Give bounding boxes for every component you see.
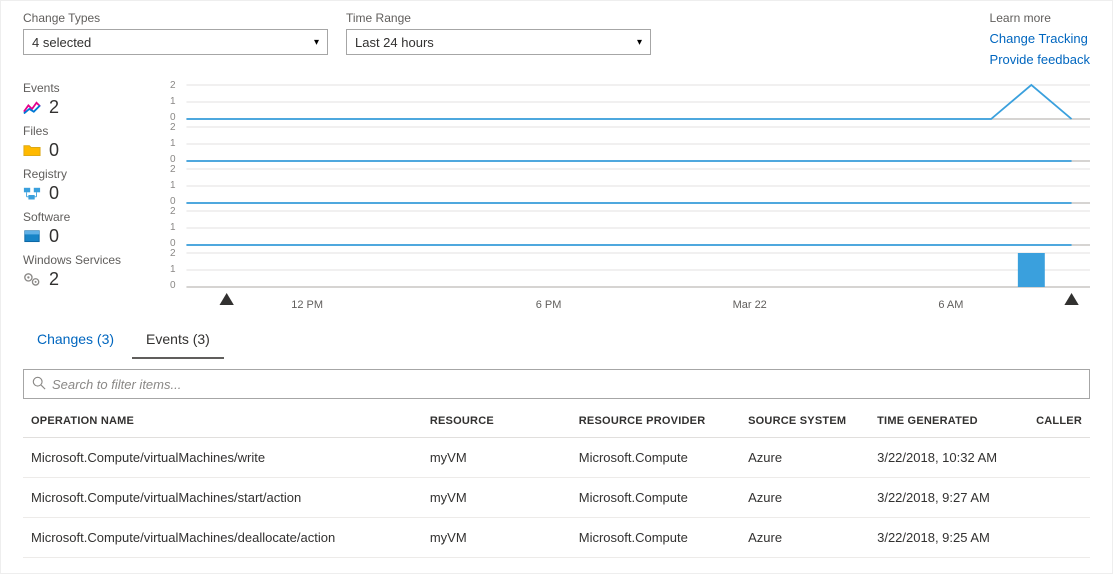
change-types-label: Change Types	[23, 11, 328, 25]
counter-value: 0	[49, 140, 59, 161]
column-header[interactable]: RESOURCE PROVIDER	[571, 405, 740, 438]
cell-op: Microsoft.Compute/virtualMachines/start/…	[23, 478, 422, 518]
time-range-value: Last 24 hours	[355, 35, 434, 50]
table-row[interactable]: Microsoft.Compute/virtualMachines/deallo…	[23, 518, 1090, 558]
chevron-down-icon: ▾	[637, 37, 642, 48]
counter-value: 0	[49, 226, 59, 247]
tab-bar: Changes (3)Events (3)	[23, 323, 1090, 359]
column-header[interactable]: OPERATION NAME	[23, 405, 422, 438]
column-header[interactable]: RESOURCE	[422, 405, 571, 438]
range-marker-right	[1064, 293, 1078, 305]
cell-res: myVM	[422, 438, 571, 478]
cell-src: Azure	[740, 438, 869, 478]
events-table: OPERATION NAMERESOURCERESOURCE PROVIDERS…	[23, 405, 1090, 558]
cell-prov: Microsoft.Compute	[571, 478, 740, 518]
table-row[interactable]: Microsoft.Compute/virtualMachines/start/…	[23, 478, 1090, 518]
change-types-value: 4 selected	[32, 35, 91, 50]
cell-prov: Microsoft.Compute	[571, 438, 740, 478]
chart-icon	[23, 100, 41, 116]
counter-label: Files	[23, 124, 158, 138]
time-axis: 12 PM 6 PM Mar 22 6 AM	[168, 293, 1090, 317]
counter-events: Events 2	[23, 81, 158, 118]
counter-label: Windows Services	[23, 253, 158, 267]
sparkline-software: 210	[168, 207, 1090, 249]
search-box[interactable]	[23, 369, 1090, 399]
cell-res: myVM	[422, 518, 571, 558]
sparkline-files: 210	[168, 123, 1090, 165]
cell-prov: Microsoft.Compute	[571, 518, 740, 558]
counter-value: 2	[49, 269, 59, 290]
counter-files: Files 0	[23, 124, 158, 161]
counter-windows-services: Windows Services 2	[23, 253, 158, 290]
time-range-label: Time Range	[346, 11, 651, 25]
gears-icon	[23, 272, 41, 288]
chevron-down-icon: ▾	[314, 37, 319, 48]
package-icon	[23, 229, 41, 245]
cell-res: myVM	[422, 478, 571, 518]
counter-registry: Registry 0	[23, 167, 158, 204]
filter-bar: Change Types 4 selected ▾ Time Range Las…	[23, 11, 1090, 67]
cell-time: 3/22/2018, 10:32 AM	[869, 438, 1028, 478]
search-input[interactable]	[52, 377, 1081, 392]
sparkline-windows-services: 210	[168, 249, 1090, 291]
counter-label: Registry	[23, 167, 158, 181]
xaxis-label: 6 AM	[938, 299, 963, 311]
xaxis-label: 6 PM	[536, 299, 562, 311]
search-icon	[32, 376, 46, 393]
cell-op: Microsoft.Compute/virtualMachines/write	[23, 438, 422, 478]
counter-software: Software 0	[23, 210, 158, 247]
xaxis-label: 12 PM	[291, 299, 323, 311]
tab-events-3-[interactable]: Events (3)	[132, 323, 224, 359]
column-header[interactable]: TIME GENERATED	[869, 405, 1028, 438]
counter-value: 2	[49, 97, 59, 118]
xaxis-label: Mar 22	[733, 299, 767, 311]
cell-src: Azure	[740, 478, 869, 518]
change-types-dropdown[interactable]: 4 selected ▾	[23, 29, 328, 55]
sparkline-registry: 210	[168, 165, 1090, 207]
cell-time: 3/22/2018, 9:27 AM	[869, 478, 1028, 518]
folder-icon	[23, 143, 41, 159]
sparkline-events: 210	[168, 81, 1090, 123]
column-header[interactable]: CALLER	[1028, 405, 1090, 438]
range-marker-left	[220, 293, 234, 305]
learn-more-heading: Learn more	[990, 11, 1090, 25]
sparkline-panel: 210210210210210 12 PM6 PMMar 226 AM	[168, 81, 1090, 317]
counter-label: Events	[23, 81, 158, 95]
cell-caller	[1028, 518, 1090, 558]
cell-src: Azure	[740, 518, 869, 558]
counter-panel: Events 2 Files 0 Registry 0 Software 0 Windows S…	[23, 81, 158, 317]
cell-caller	[1028, 438, 1090, 478]
counter-value: 0	[49, 183, 59, 204]
tab-changes-3-[interactable]: Changes (3)	[23, 323, 128, 359]
column-header[interactable]: SOURCE SYSTEM	[740, 405, 869, 438]
cell-op: Microsoft.Compute/virtualMachines/deallo…	[23, 518, 422, 558]
cell-caller	[1028, 478, 1090, 518]
counter-label: Software	[23, 210, 158, 224]
table-row[interactable]: Microsoft.Compute/virtualMachines/writem…	[23, 438, 1090, 478]
time-range-dropdown[interactable]: Last 24 hours ▾	[346, 29, 651, 55]
link-change-tracking[interactable]: Change Tracking	[990, 31, 1090, 46]
cell-time: 3/22/2018, 9:25 AM	[869, 518, 1028, 558]
link-provide-feedback[interactable]: Provide feedback	[990, 52, 1090, 67]
registry-icon	[23, 186, 41, 202]
